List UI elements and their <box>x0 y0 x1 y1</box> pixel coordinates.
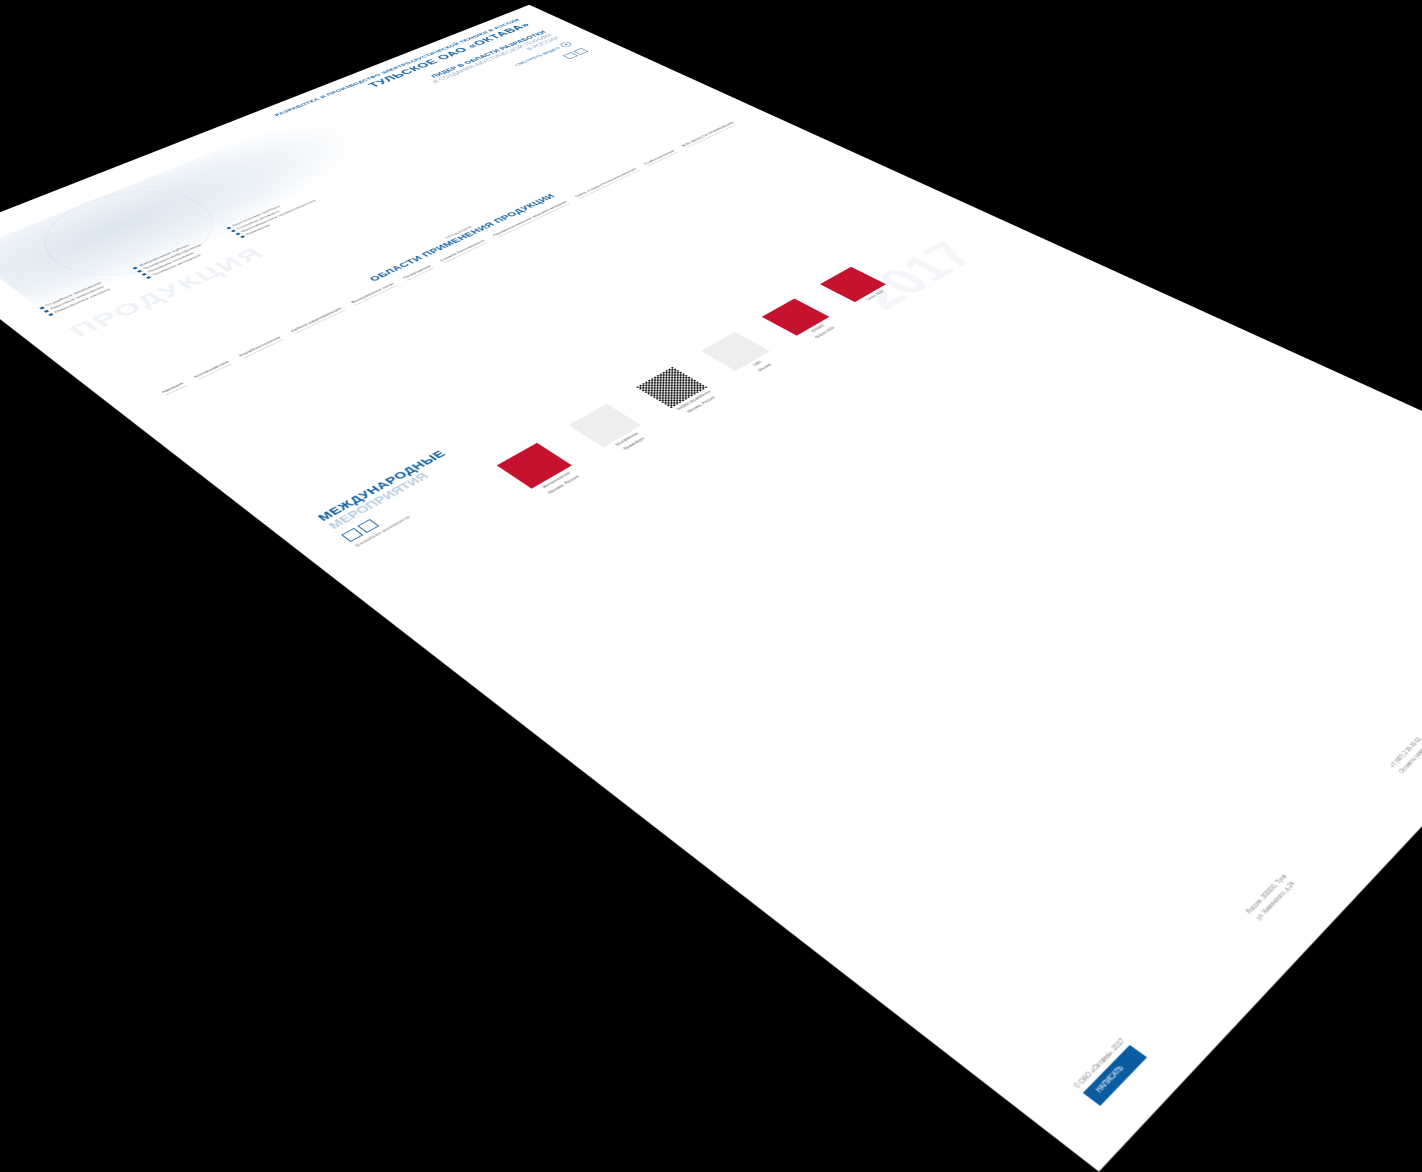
events-section: МЕЖДУНАРОДНЫЕ МЕРОПРИЯТИЯ Ближайшие меро… <box>315 197 947 548</box>
events-title-1: МЕЖДУНАРОДНЫЕ <box>315 197 913 523</box>
event-name: NAMM MusikMesse <box>676 390 712 411</box>
nav-prev-icon[interactable] <box>563 52 578 59</box>
event-card[interactable]: MusikMesse Франкфурт <box>564 402 659 459</box>
event-card[interactable]: Интерполитех Москва, Россия <box>493 441 591 501</box>
events-grid: Интерполитех Москва, Россия MusikMesse Ф… <box>493 228 969 500</box>
event-loc: Москва, Россия <box>686 396 717 414</box>
footer: © ОАО «Октава», 2017 НАПИСАТЬ Россия, 30… <box>1073 530 1422 1113</box>
event-logo <box>497 443 572 489</box>
event-loc: Москва, Россия <box>547 475 581 495</box>
play-icon <box>558 41 573 48</box>
event-loc: Франкфурт <box>623 437 647 451</box>
tab-item[interactable]: Авиация <box>161 382 187 396</box>
event-name: Интерполитех <box>542 471 573 489</box>
event-name: MusikMesse <box>615 432 641 447</box>
page-mockup: РАЗРАБОТКА И ПРОИЗВОДСТВО ЭЛЕКТРОАКУСТИЧ… <box>0 5 1422 1172</box>
events-prev-icon[interactable] <box>341 528 363 542</box>
event-logo <box>568 404 641 447</box>
events-next-icon[interactable] <box>357 519 379 533</box>
hero-section: РАЗРАБОТКА И ПРОИЗВОДСТВО ЭЛЕКТРОАКУСТИЧ… <box>0 18 618 311</box>
hero-nav <box>563 48 589 59</box>
